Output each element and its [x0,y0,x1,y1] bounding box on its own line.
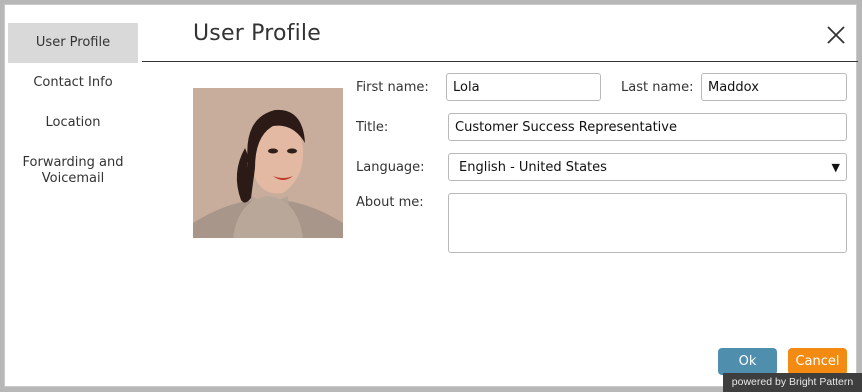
title-input[interactable]: Customer Success Representative [448,113,847,141]
title-divider [142,61,858,62]
sidebar-item-location[interactable]: Location [8,103,138,143]
about-label: About me: [356,195,424,210]
page-title: User Profile [193,21,321,46]
user-avatar[interactable] [193,88,343,238]
about-me-textarea[interactable] [448,193,847,253]
title-label: Title: [356,120,389,135]
language-value: English - United States [459,159,607,175]
sidebar-item-forwarding-voicemail[interactable]: Forwarding and Voicemail [8,143,138,199]
close-icon[interactable] [824,23,848,47]
ok-button[interactable]: Ok [718,348,777,375]
language-label: Language: [356,160,425,175]
dropdown-arrow-icon: ▼ [831,160,840,174]
powered-by-badge: powered by Bright Pattern [723,373,862,392]
cancel-button[interactable]: Cancel [788,348,847,375]
last-name-input[interactable]: Maddox [701,73,847,101]
sidebar-item-user-profile[interactable]: User Profile [8,23,138,63]
first-name-label: First name: [356,80,429,95]
language-select[interactable]: English - United States ▼ [448,153,847,181]
first-name-input[interactable]: Lola [446,73,601,101]
user-profile-dialog: User Profile Contact Info Location Forwa… [4,4,858,387]
sidebar-item-contact-info[interactable]: Contact Info [8,63,138,103]
sidebar: User Profile Contact Info Location Forwa… [8,23,138,199]
last-name-label: Last name: [621,80,694,95]
